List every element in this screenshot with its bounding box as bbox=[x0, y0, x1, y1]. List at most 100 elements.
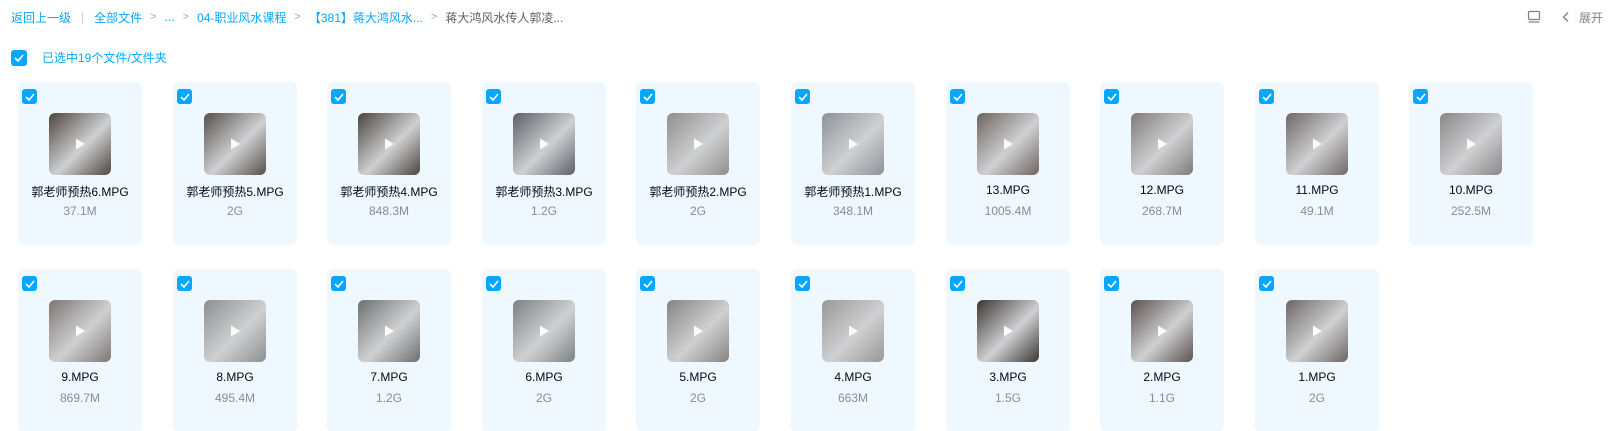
file-checkbox[interactable] bbox=[1259, 89, 1274, 104]
video-thumbnail[interactable] bbox=[667, 113, 729, 175]
video-thumbnail[interactable] bbox=[1286, 113, 1348, 175]
video-thumbnail[interactable] bbox=[977, 300, 1039, 362]
file-checkbox[interactable] bbox=[486, 89, 501, 104]
video-thumbnail[interactable] bbox=[513, 300, 575, 362]
file-card[interactable]: 9.MPG 869.7M bbox=[18, 269, 142, 431]
file-checkbox[interactable] bbox=[1259, 276, 1274, 291]
breadcrumb-current: 蒋大鸿风水传人郭凌... bbox=[445, 10, 564, 25]
file-checkbox[interactable] bbox=[640, 89, 655, 104]
file-checkbox[interactable] bbox=[950, 276, 965, 291]
file-size: 1.2G bbox=[375, 391, 402, 405]
file-checkbox[interactable] bbox=[1413, 89, 1428, 104]
file-checkbox[interactable] bbox=[22, 89, 37, 104]
check-icon bbox=[179, 279, 190, 288]
file-card[interactable]: 郭老师预热3.MPG 1.2G bbox=[482, 82, 606, 245]
breadcrumb-ellipsis[interactable]: ... bbox=[165, 10, 175, 24]
file-card[interactable]: 11.MPG 49.1M bbox=[1255, 82, 1379, 245]
breadcrumb-folder-381[interactable]: 【381】蒋大鸿风水... bbox=[309, 9, 423, 26]
file-card[interactable]: 郭老师预热1.MPG 348.1M bbox=[791, 82, 915, 245]
file-card[interactable]: 6.MPG 2G bbox=[482, 269, 606, 431]
file-card[interactable]: 3.MPG 1.5G bbox=[946, 269, 1070, 431]
video-thumbnail[interactable] bbox=[977, 113, 1039, 175]
file-name: 7.MPG bbox=[370, 370, 408, 384]
video-thumbnail[interactable] bbox=[1131, 300, 1193, 362]
video-thumbnail[interactable] bbox=[1440, 113, 1502, 175]
file-checkbox[interactable] bbox=[795, 276, 810, 291]
back-link[interactable]: 返回上一级 bbox=[11, 9, 71, 26]
file-name: 5.MPG bbox=[679, 370, 717, 384]
file-checkbox[interactable] bbox=[795, 89, 810, 104]
chevron-left-icon[interactable] bbox=[1561, 11, 1571, 23]
video-thumbnail[interactable] bbox=[49, 300, 111, 362]
file-name: 郭老师预热5.MPG bbox=[186, 185, 284, 199]
check-icon bbox=[1415, 92, 1426, 101]
select-all-checkbox[interactable] bbox=[11, 49, 27, 66]
file-card[interactable]: 7.MPG 1.2G bbox=[327, 269, 451, 431]
play-icon bbox=[822, 113, 884, 175]
file-checkbox[interactable] bbox=[177, 89, 192, 104]
check-icon bbox=[24, 279, 35, 288]
file-card[interactable]: 郭老师预热6.MPG 37.1M bbox=[18, 82, 142, 245]
play-icon bbox=[1440, 113, 1502, 175]
file-checkbox[interactable] bbox=[1104, 276, 1119, 291]
breadcrumb-folder-courses[interactable]: 04-职业风水课程 bbox=[197, 9, 286, 26]
video-thumbnail[interactable] bbox=[1286, 300, 1348, 362]
file-checkbox[interactable] bbox=[22, 276, 37, 291]
video-thumbnail[interactable] bbox=[1131, 113, 1193, 175]
file-checkbox[interactable] bbox=[331, 276, 346, 291]
file-name: 郭老师预热3.MPG bbox=[495, 185, 593, 199]
play-icon bbox=[513, 300, 575, 362]
file-card[interactable]: 郭老师预热2.MPG 2G bbox=[636, 82, 760, 245]
video-thumbnail[interactable] bbox=[822, 113, 884, 175]
file-checkbox[interactable] bbox=[486, 276, 501, 291]
expand-button[interactable]: 展开 bbox=[1579, 9, 1603, 26]
file-checkbox[interactable] bbox=[331, 89, 346, 104]
video-thumbnail[interactable] bbox=[822, 300, 884, 362]
file-card[interactable]: 12.MPG 268.7M bbox=[1100, 82, 1224, 245]
breadcrumb-chevron-icon: > bbox=[182, 11, 190, 23]
file-size: 348.1M bbox=[832, 204, 874, 218]
video-thumbnail[interactable] bbox=[667, 300, 729, 362]
file-name: 6.MPG bbox=[525, 370, 563, 384]
file-card[interactable]: 5.MPG 2G bbox=[636, 269, 760, 431]
check-icon bbox=[179, 92, 190, 101]
file-card[interactable]: 8.MPG 495.4M bbox=[173, 269, 297, 431]
check-icon bbox=[333, 92, 344, 101]
file-checkbox[interactable] bbox=[950, 89, 965, 104]
check-icon bbox=[952, 92, 963, 101]
file-card[interactable]: 郭老师预热5.MPG 2G bbox=[173, 82, 297, 245]
breadcrumb: 返回上一级 | 全部文件 > ... > 04-职业风水课程 > 【381】蒋大… bbox=[11, 8, 563, 26]
breadcrumb-all-files[interactable]: 全部文件 bbox=[94, 9, 142, 26]
video-thumbnail[interactable] bbox=[204, 113, 266, 175]
file-size: 2G bbox=[689, 391, 706, 405]
video-thumbnail[interactable] bbox=[49, 113, 111, 175]
file-card[interactable]: 郭老师预热4.MPG 848.3M bbox=[327, 82, 451, 245]
play-icon bbox=[667, 300, 729, 362]
play-icon bbox=[204, 113, 266, 175]
file-card[interactable]: 4.MPG 663M bbox=[791, 269, 915, 431]
check-icon bbox=[333, 279, 344, 288]
play-icon bbox=[977, 300, 1039, 362]
file-size: 37.1M bbox=[63, 204, 97, 218]
video-thumbnail[interactable] bbox=[358, 113, 420, 175]
video-thumbnail[interactable] bbox=[513, 113, 575, 175]
file-card[interactable]: 13.MPG 1005.4M bbox=[946, 82, 1070, 245]
play-icon bbox=[513, 113, 575, 175]
file-name: 4.MPG bbox=[834, 370, 872, 384]
file-checkbox[interactable] bbox=[1104, 89, 1119, 104]
file-card[interactable]: 10.MPG 252.5M bbox=[1409, 82, 1533, 245]
play-icon bbox=[1131, 113, 1193, 175]
play-icon bbox=[822, 300, 884, 362]
file-name: 11.MPG bbox=[1295, 183, 1339, 197]
file-card[interactable]: 1.MPG 2G bbox=[1255, 269, 1379, 431]
check-icon bbox=[488, 92, 499, 101]
file-size: 848.3M bbox=[368, 204, 410, 218]
file-checkbox[interactable] bbox=[640, 276, 655, 291]
file-checkbox[interactable] bbox=[177, 276, 192, 291]
file-size: 495.4M bbox=[214, 391, 256, 405]
file-name: 郭老师预热2.MPG bbox=[649, 185, 747, 199]
video-thumbnail[interactable] bbox=[358, 300, 420, 362]
list-view-icon[interactable] bbox=[1527, 10, 1541, 24]
video-thumbnail[interactable] bbox=[204, 300, 266, 362]
file-card[interactable]: 2.MPG 1.1G bbox=[1100, 269, 1224, 431]
